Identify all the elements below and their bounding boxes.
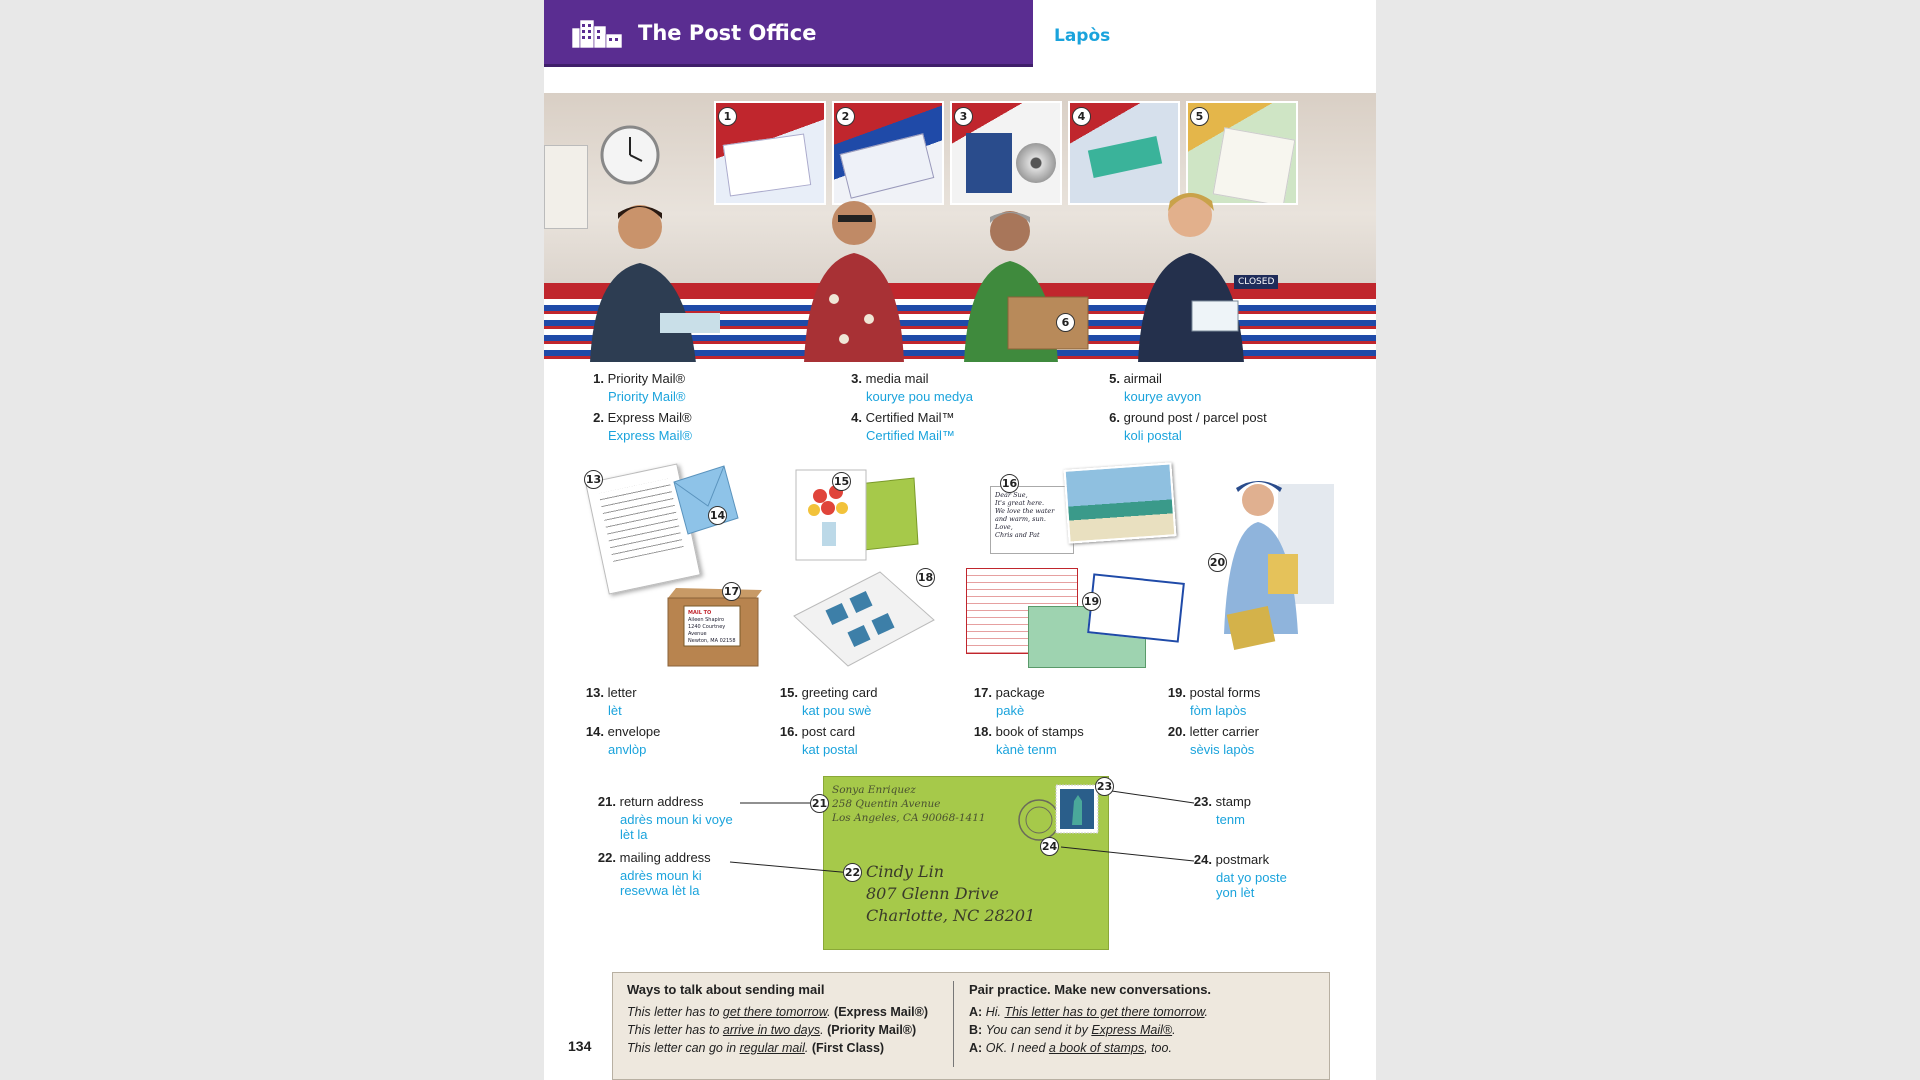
callout-24: 24 <box>1040 837 1059 856</box>
conversation-tip-box: Ways to talk about sending mail This let… <box>612 972 1330 1080</box>
ways-line-3: This letter can go in regular mail. (Fir… <box>627 1041 885 1055</box>
textbook-page: The Post Office Lapòs 1 2 3 4 5 6 CLOSED… <box>544 0 1376 1080</box>
ways-to-talk-column: Ways to talk about sending mail This let… <box>627 981 943 1057</box>
pair-practice-heading: Pair practice. Make new conversations. <box>969 982 1212 997</box>
page-number: 134 <box>568 1038 592 1054</box>
ways-line-2: This letter has to arrive in two days. (… <box>627 1023 917 1037</box>
pair-line-3: A: OK. I need a book of stamps, too. <box>969 1041 1172 1055</box>
ways-heading: Ways to talk about sending mail <box>627 982 825 997</box>
vocab-item-22: 22. mailing address adrès moun ki resevw… <box>597 850 711 898</box>
vocab-item-21: 21. return address adrès moun ki voye lè… <box>597 794 733 842</box>
callout-23: 23 <box>1095 777 1114 796</box>
vocab-item-24: 24. postmark dat yo poste yon lèt <box>1193 852 1287 900</box>
pair-line-1: A: Hi. This letter has to get there tomo… <box>969 1005 1209 1019</box>
ways-line-1: This letter has to get there tomorrow. (… <box>627 1005 929 1019</box>
pair-line-2: B: You can send it by Express Mail®. <box>969 1023 1176 1037</box>
tip-divider <box>953 981 954 1067</box>
envelope-leader-lines <box>729 789 1195 874</box>
vocab-item-23: 23. stamp tenm <box>1193 794 1252 827</box>
callout-22: 22 <box>843 863 862 882</box>
callout-21: 21 <box>810 794 829 813</box>
pair-practice-column: Pair practice. Make new conversations. A… <box>969 981 1319 1057</box>
